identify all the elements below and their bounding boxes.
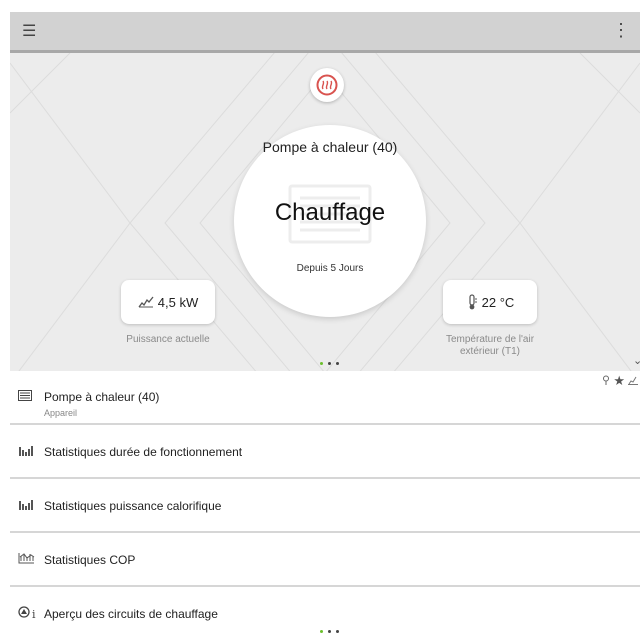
row-tools: ★ — [602, 372, 638, 390]
status-hero-panel: Pompe à chaleur (40) Chauffage Depuis 5 … — [10, 53, 640, 371]
operating-mode: Chauffage — [274, 199, 386, 226]
thermometer-icon — [466, 294, 478, 310]
heating-status-badge[interactable] — [310, 68, 344, 102]
star-icon[interactable]: ★ — [613, 373, 625, 389]
location-pin-icon[interactable] — [602, 372, 610, 390]
list-item-cop-stats[interactable]: Statistiques COP — [10, 533, 640, 587]
heating-icon — [316, 74, 338, 96]
device-status-circle[interactable]: Pompe à chaleur (40) Chauffage Depuis 5 … — [234, 125, 426, 317]
bar-chart-icon — [18, 498, 34, 510]
page-dot[interactable] — [336, 362, 339, 365]
current-power-value: 4,5 kW — [157, 294, 199, 310]
page-dot[interactable] — [320, 630, 323, 633]
chart-icon[interactable] — [628, 372, 638, 390]
hero-page-indicator[interactable] — [320, 362, 339, 365]
list-item-label: Pompe à chaleur (40) — [44, 390, 160, 404]
page-dot[interactable] — [336, 630, 339, 633]
cop-chart-icon — [18, 552, 35, 564]
power-chart-icon — [138, 296, 154, 308]
mode-duration: Depuis 5 Jours — [296, 263, 364, 274]
more-options-icon[interactable]: ⋮ — [612, 20, 630, 41]
list-item-sublabel: Appareil — [44, 408, 78, 418]
bar-chart-icon — [18, 444, 34, 456]
list-page-indicator[interactable] — [320, 630, 339, 633]
page-dot[interactable] — [320, 362, 323, 365]
page-dot[interactable] — [328, 630, 331, 633]
current-power-label: Puissance actuelle — [126, 334, 210, 345]
outdoor-temperature-label: Température de l'air extérieur (T1) — [445, 334, 535, 357]
circuit-info-icon: i — [18, 606, 40, 620]
list-item-device[interactable]: Pompe à chaleur (40) Appareil ★ — [10, 371, 640, 425]
list-item-label: Statistiques durée de fonctionnement — [44, 445, 243, 459]
outdoor-temperature-value: 22 °C — [481, 294, 515, 310]
svg-text:i: i — [32, 608, 36, 620]
device-icon — [18, 390, 32, 401]
outdoor-temperature-card[interactable]: 22 °C — [443, 280, 537, 324]
hamburger-menu-icon[interactable]: ☰ — [22, 21, 36, 41]
list-item-heat-output-stats[interactable]: Statistiques puissance calorifique — [10, 479, 640, 533]
current-power-card[interactable]: 4,5 kW — [121, 280, 215, 324]
top-app-bar: ☰ ⋮ — [10, 12, 640, 53]
chevron-down-icon[interactable]: ⌄ — [633, 354, 640, 367]
list-item-label: Aperçu des circuits de chauffage — [44, 607, 218, 621]
page-dot[interactable] — [328, 362, 331, 365]
list-item-label: Statistiques COP — [44, 553, 136, 567]
device-name: Pompe à chaleur (40) — [262, 139, 398, 155]
list-item-runtime-stats[interactable]: Statistiques durée de fonctionnement — [10, 425, 640, 479]
device-menu-list: Pompe à chaleur (40) Appareil ★ Statisti… — [10, 371, 640, 639]
list-item-label: Statistiques puissance calorifique — [44, 499, 222, 513]
